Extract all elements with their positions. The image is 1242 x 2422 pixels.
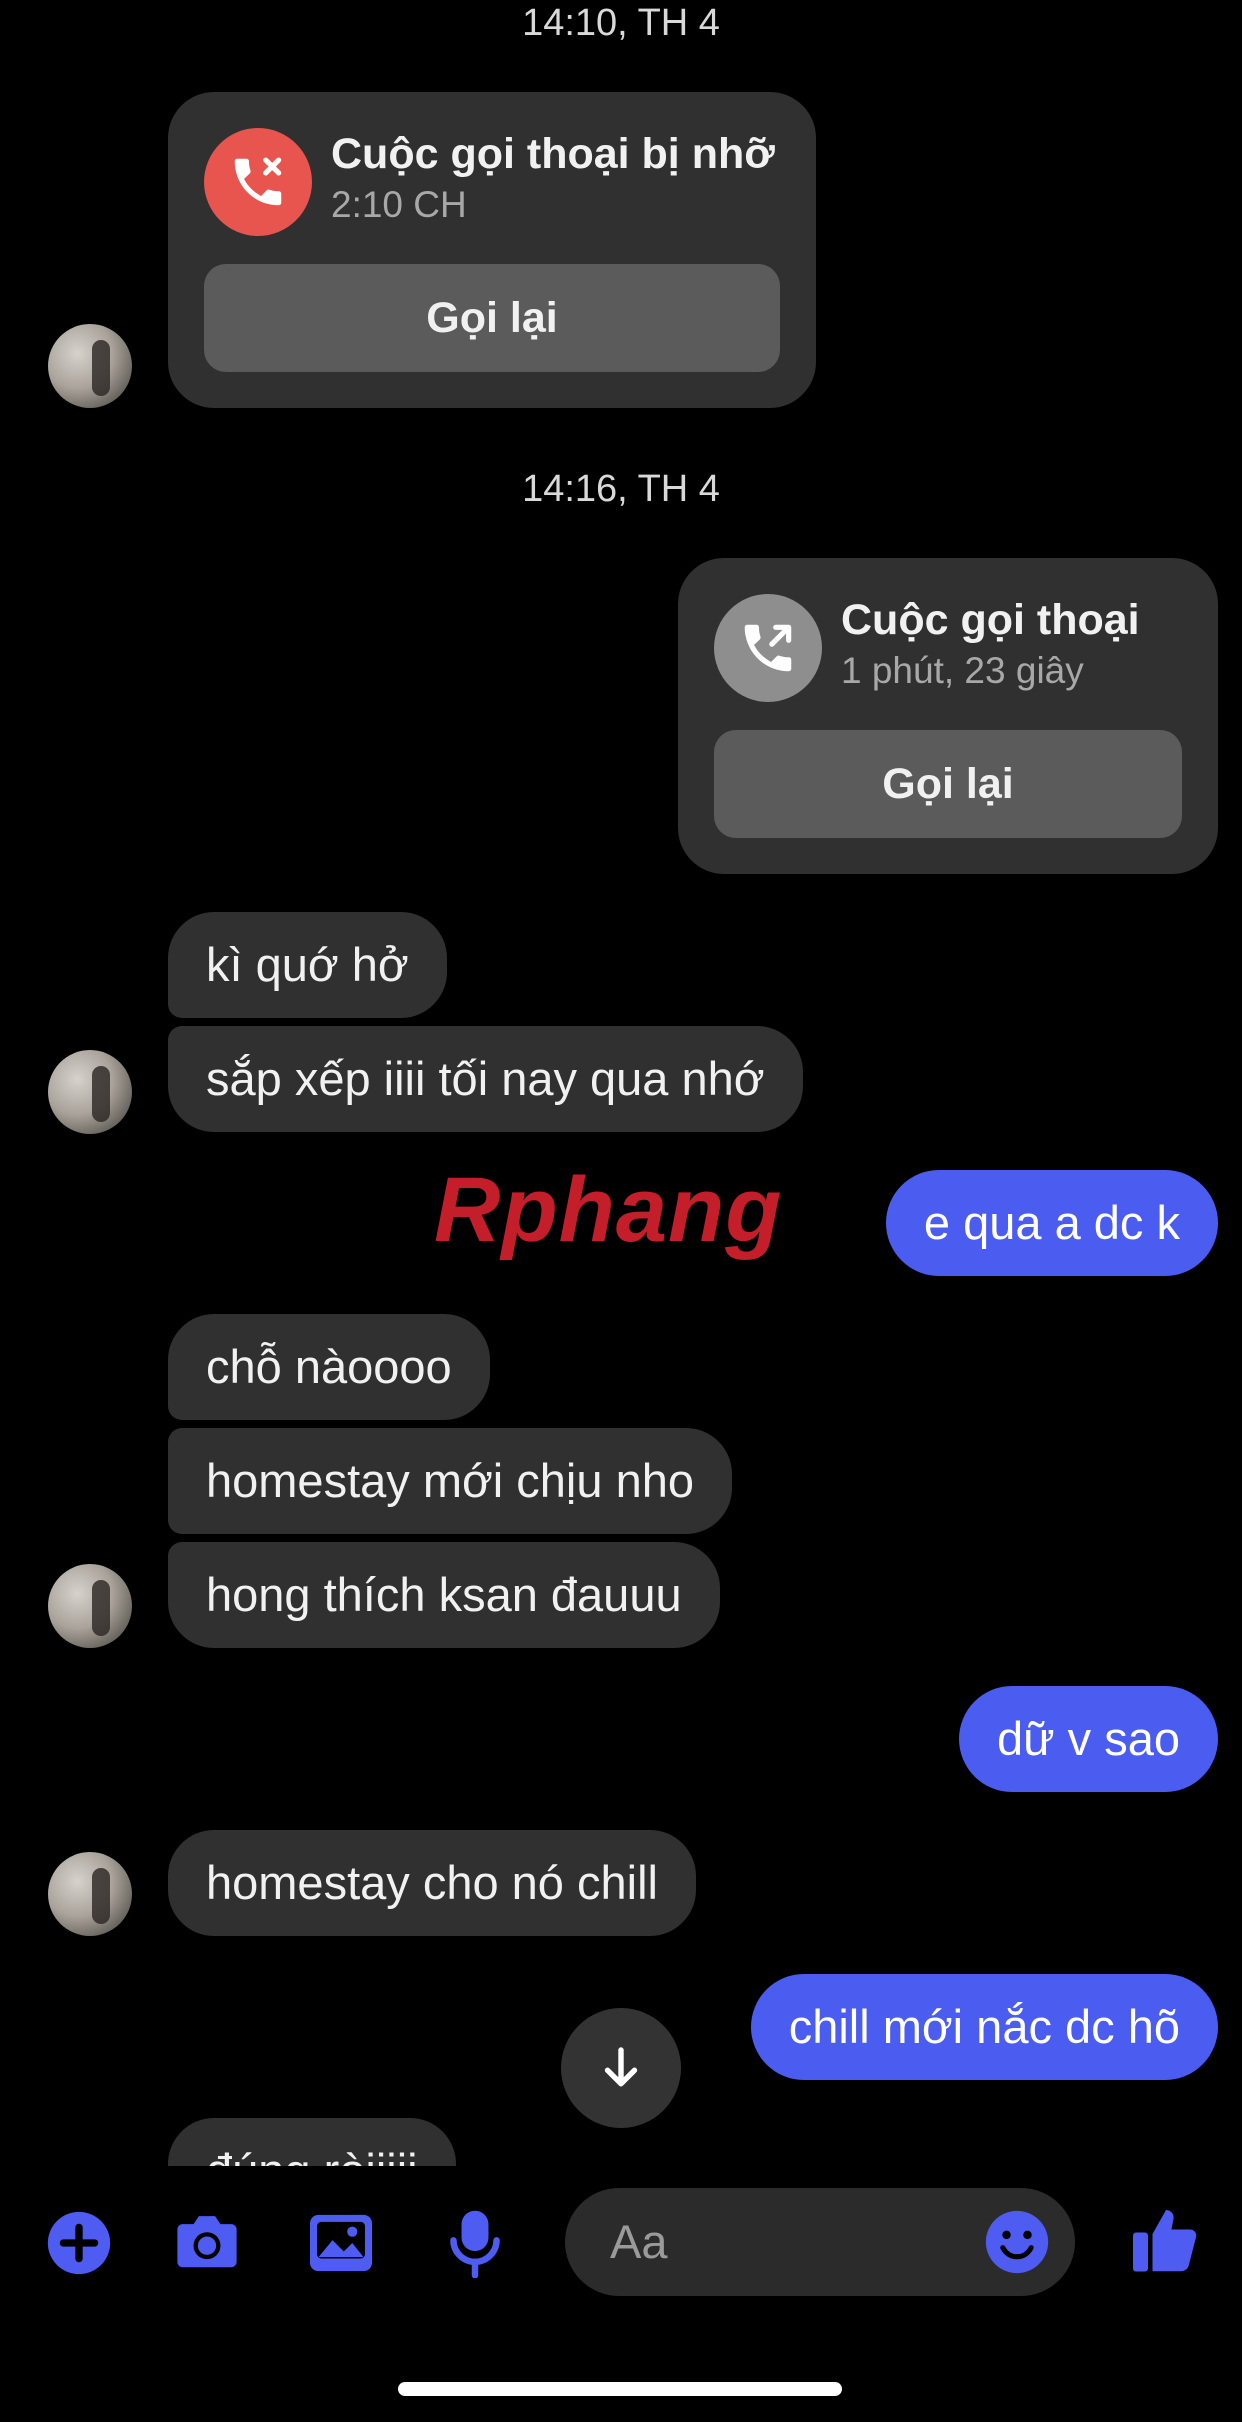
outgoing-call-card: Cuộc gọi thoại 1 phút, 23 giây Gọi lại bbox=[678, 558, 1218, 874]
emoji-icon[interactable] bbox=[983, 2208, 1051, 2276]
call-subtitle: 1 phút, 23 giây bbox=[841, 650, 1084, 691]
outgoing-call-icon bbox=[714, 594, 822, 702]
thumbs-up-icon[interactable] bbox=[1128, 2200, 1204, 2280]
avatar[interactable] bbox=[48, 1564, 132, 1648]
scroll-to-bottom-button[interactable] bbox=[561, 2008, 681, 2128]
message-bubble-incoming: sắp xếp iiii tối nay qua nhớ bbox=[168, 1026, 803, 1132]
message-bubble-incoming: homestay mới chịu nho bbox=[168, 1428, 732, 1534]
plus-icon[interactable] bbox=[44, 2208, 114, 2278]
avatar[interactable] bbox=[48, 324, 132, 408]
missed-call-icon bbox=[204, 128, 312, 236]
message-bubble-outgoing: dữ v sao bbox=[959, 1686, 1218, 1792]
message-bubble-outgoing: chill mới nắc dc hõ bbox=[750, 1974, 1218, 2080]
timestamp: 14:16, TH 4 bbox=[522, 468, 720, 510]
message-bubble-incoming: kì quớ hở bbox=[168, 912, 447, 1018]
arrow-down-icon bbox=[604, 2047, 638, 2087]
timestamp: 14:10, TH 4 bbox=[522, 2, 720, 44]
camera-icon[interactable] bbox=[172, 2208, 242, 2278]
message-bubble-incoming: chỗ nàoooo bbox=[168, 1314, 490, 1420]
home-indicator bbox=[398, 2382, 842, 2396]
call-back-button[interactable]: Gọi lại bbox=[204, 264, 780, 372]
call-title: Cuộc gọi thoại bbox=[841, 596, 1140, 644]
message-input[interactable]: Aa bbox=[565, 2188, 1075, 2296]
message-bubble-incoming: homestay cho nó chill bbox=[168, 1830, 696, 1936]
message-bubble-incoming: hong thích ksan đauuu bbox=[168, 1542, 720, 1648]
call-title: Cuộc gọi thoại bị nhỡ bbox=[331, 130, 775, 178]
message-bubble-outgoing: e qua a dc k bbox=[885, 1170, 1218, 1276]
avatar[interactable] bbox=[48, 1050, 132, 1134]
missed-call-card: Cuộc gọi thoại bị nhỡ 2:10 CH Gọi lại bbox=[168, 92, 816, 408]
avatar[interactable] bbox=[48, 1852, 132, 1936]
message-bubble-incoming: đúng ròiiiii bbox=[168, 2118, 456, 2166]
call-subtitle: 2:10 CH bbox=[331, 184, 467, 225]
watermark-logo: Rphang bbox=[434, 1158, 782, 1263]
image-icon[interactable] bbox=[306, 2208, 376, 2278]
watermark-text: Rphang bbox=[434, 1159, 783, 1261]
message-input-placeholder: Aa bbox=[610, 2215, 668, 2268]
microphone-icon[interactable] bbox=[440, 2208, 510, 2278]
call-back-button[interactable]: Gọi lại bbox=[714, 730, 1182, 838]
